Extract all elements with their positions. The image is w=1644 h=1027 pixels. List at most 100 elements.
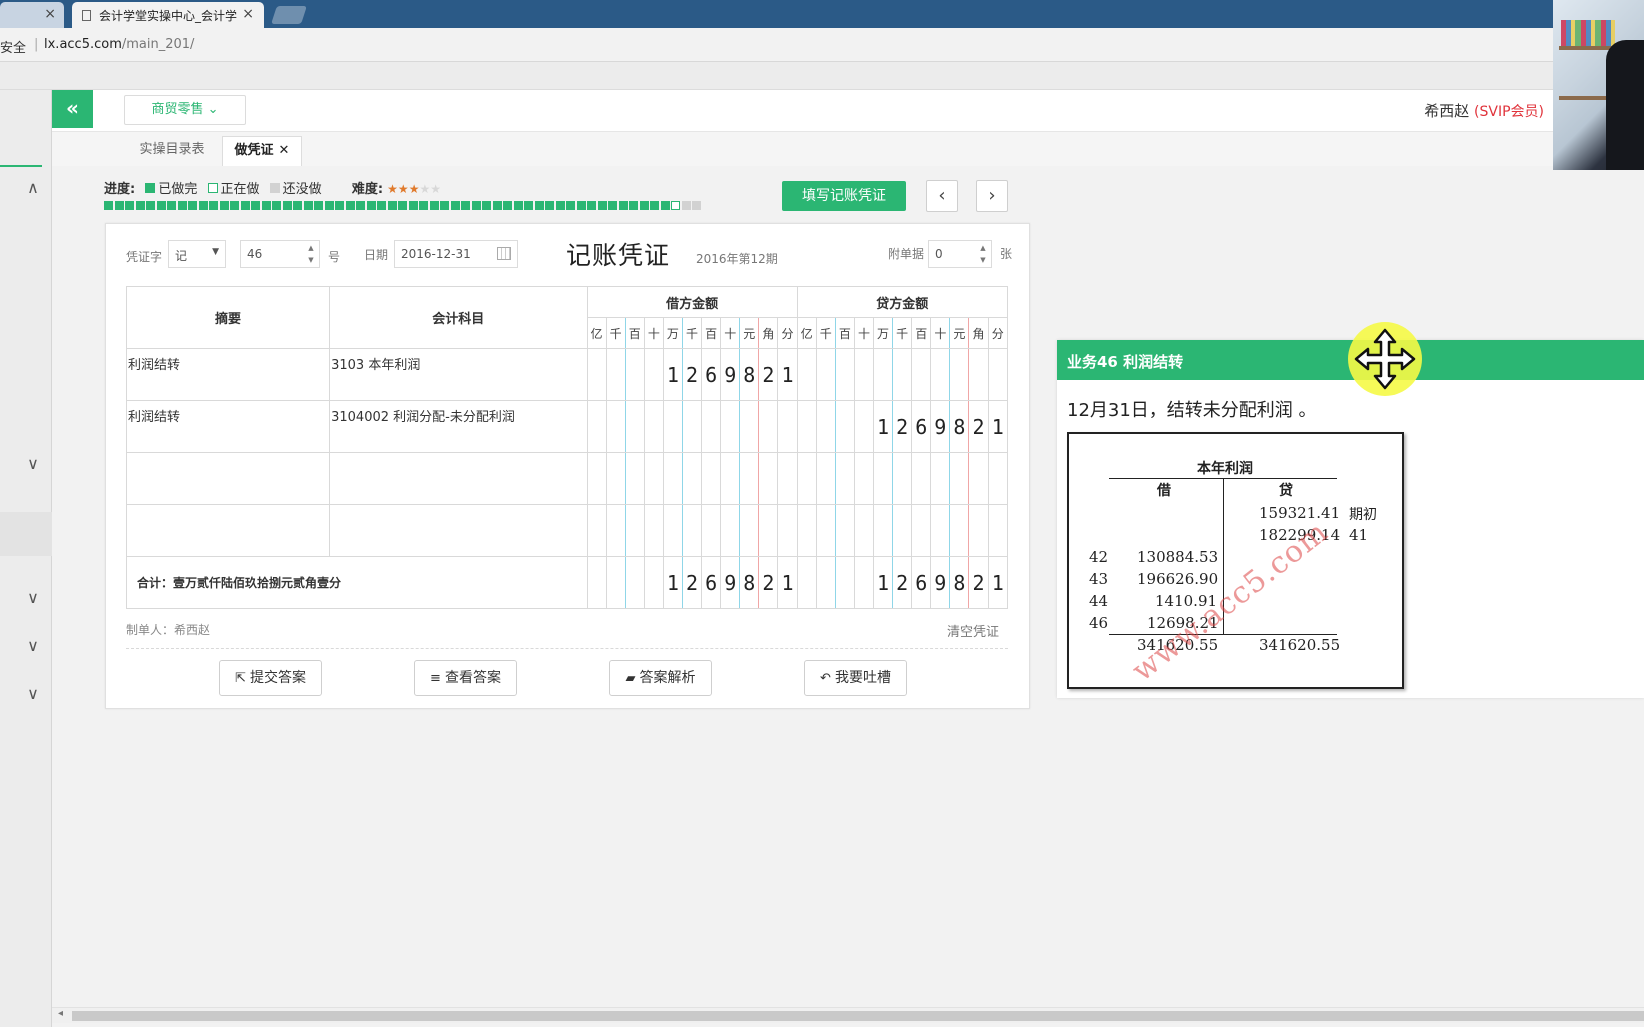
submit-answer-button[interactable]: ⇱ 提交答案 xyxy=(219,660,322,696)
chevron-down-icon[interactable]: ∨ xyxy=(24,588,42,607)
amount-digit-cell[interactable] xyxy=(701,452,722,505)
amount-digit-cell[interactable] xyxy=(586,348,607,401)
amount-digit-cell[interactable] xyxy=(911,348,932,401)
amount-digit-cell[interactable]: 6 xyxy=(911,556,932,609)
amount-digit-cell[interactable] xyxy=(911,504,932,557)
amount-digit-cell[interactable]: 2 xyxy=(758,556,779,609)
amount-digit-cell[interactable] xyxy=(624,400,645,453)
amount-digit-cell[interactable] xyxy=(930,452,951,505)
amount-digit-cell[interactable] xyxy=(586,556,607,609)
amount-digit-cell[interactable] xyxy=(930,348,951,401)
amount-digit-cell[interactable] xyxy=(624,504,645,557)
amount-digit-cell[interactable] xyxy=(892,504,913,557)
amount-digit-cell[interactable] xyxy=(815,556,836,609)
voucher-word-select[interactable]: 记 ▼ xyxy=(168,240,226,268)
amount-digit-cell[interactable] xyxy=(586,452,607,505)
stepper-icon[interactable]: ▲ ▼ xyxy=(977,242,989,266)
amount-digit-cell[interactable]: 2 xyxy=(968,400,989,453)
view-answer-button[interactable]: ≡ 查看答案 xyxy=(414,660,517,696)
amount-digit-cell[interactable] xyxy=(987,504,1009,557)
amount-digit-cell[interactable]: 2 xyxy=(968,556,989,609)
amount-digit-cell[interactable] xyxy=(796,452,817,505)
amount-digit-cell[interactable]: 1 xyxy=(987,556,1009,609)
amount-digit-cell[interactable] xyxy=(720,400,741,453)
sidebar-item-highlight[interactable] xyxy=(0,512,52,556)
amount-digit-cell[interactable] xyxy=(624,348,645,401)
browser-tab-previous[interactable]: × xyxy=(0,2,64,28)
next-button[interactable]: › xyxy=(976,180,1008,212)
attachments-input[interactable]: 0 ▲ ▼ xyxy=(928,240,992,268)
amount-digit-cell[interactable] xyxy=(834,400,855,453)
fill-voucher-button[interactable]: 填写记账凭证 xyxy=(782,181,906,211)
scrollbar-thumb[interactable] xyxy=(72,1011,1644,1021)
amount-digit-cell[interactable] xyxy=(643,504,664,557)
clear-voucher-link[interactable]: 清空凭证 xyxy=(947,621,999,640)
url-text[interactable]: lx.acc5.com/main_201/ xyxy=(44,37,194,52)
horizontal-scrollbar[interactable]: ◂ xyxy=(52,1007,1644,1023)
amount-digit-cell[interactable] xyxy=(796,400,817,453)
close-icon[interactable]: ✕ xyxy=(279,143,290,158)
amount-digit-cell[interactable] xyxy=(662,452,683,505)
summary-cell[interactable] xyxy=(125,452,331,505)
amount-digit-cell[interactable] xyxy=(834,452,855,505)
amount-digit-cell[interactable] xyxy=(987,452,1009,505)
amount-digit-cell[interactable]: 9 xyxy=(930,400,951,453)
amount-digit-cell[interactable]: 9 xyxy=(720,348,741,401)
summary-cell[interactable]: 利润结转 xyxy=(125,400,331,453)
amount-digit-cell[interactable] xyxy=(701,504,722,557)
amount-digit-cell[interactable] xyxy=(853,452,875,505)
amount-digit-cell[interactable] xyxy=(815,452,836,505)
amount-digit-cell[interactable] xyxy=(834,504,855,557)
amount-digit-cell[interactable] xyxy=(643,400,664,453)
amount-digit-cell[interactable]: 2 xyxy=(681,348,703,401)
account-cell[interactable] xyxy=(329,504,588,557)
amount-digit-cell[interactable]: 9 xyxy=(930,556,951,609)
amount-digit-cell[interactable]: 8 xyxy=(739,556,760,609)
amount-digit-cell[interactable] xyxy=(987,348,1009,401)
stepper-icon[interactable]: ▲ ▼ xyxy=(305,242,317,266)
amount-digit-cell[interactable] xyxy=(872,452,894,505)
amount-digit-cell[interactable]: 2 xyxy=(758,348,779,401)
amount-digit-cell[interactable] xyxy=(853,504,875,557)
account-cell[interactable]: 3103 本年利润 xyxy=(329,348,588,401)
account-cell[interactable] xyxy=(329,452,588,505)
amount-digit-cell[interactable] xyxy=(796,556,817,609)
tab-catalog[interactable]: 实操目录表 xyxy=(132,136,212,166)
amount-digit-cell[interactable] xyxy=(605,400,626,453)
amount-digit-cell[interactable] xyxy=(739,400,760,453)
feedback-button[interactable]: ↶ 我要吐槽 xyxy=(804,660,907,696)
amount-digit-cell[interactable] xyxy=(796,504,817,557)
amount-digit-cell[interactable] xyxy=(758,504,779,557)
chevron-down-icon[interactable]: ∨ xyxy=(24,636,42,655)
amount-digit-cell[interactable] xyxy=(777,504,798,557)
amount-digit-cell[interactable]: 6 xyxy=(911,400,932,453)
amount-digit-cell[interactable] xyxy=(777,452,798,505)
amount-digit-cell[interactable] xyxy=(968,348,989,401)
address-bar[interactable]: 安全 | lx.acc5.com/main_201/ xyxy=(0,28,1644,62)
tab-make-voucher[interactable]: 做凭证 ✕ xyxy=(222,136,302,166)
amount-digit-cell[interactable] xyxy=(892,452,913,505)
amount-digit-cell[interactable] xyxy=(681,452,703,505)
amount-digit-cell[interactable]: 8 xyxy=(739,348,760,401)
amount-digit-cell[interactable] xyxy=(662,400,683,453)
amount-digit-cell[interactable] xyxy=(586,400,607,453)
amount-digit-cell[interactable]: 1 xyxy=(872,556,894,609)
amount-digit-cell[interactable] xyxy=(681,504,703,557)
amount-digit-cell[interactable] xyxy=(853,348,875,401)
amount-digit-cell[interactable] xyxy=(872,348,894,401)
amount-digit-cell[interactable] xyxy=(949,452,970,505)
amount-digit-cell[interactable] xyxy=(949,504,970,557)
amount-digit-cell[interactable] xyxy=(720,504,741,557)
amount-digit-cell[interactable]: 1 xyxy=(662,348,683,401)
chevron-down-icon[interactable]: ∨ xyxy=(24,684,42,703)
chevron-down-icon[interactable]: ∨ xyxy=(24,454,42,473)
amount-digit-cell[interactable] xyxy=(834,348,855,401)
amount-digit-cell[interactable] xyxy=(930,504,951,557)
amount-digit-cell[interactable]: 1 xyxy=(872,400,894,453)
close-icon[interactable]: × xyxy=(242,6,254,22)
amount-digit-cell[interactable] xyxy=(834,556,855,609)
amount-digit-cell[interactable] xyxy=(968,504,989,557)
amount-digit-cell[interactable] xyxy=(605,452,626,505)
amount-digit-cell[interactable]: 6 xyxy=(701,348,722,401)
summary-cell[interactable]: 利润结转 xyxy=(125,348,331,401)
